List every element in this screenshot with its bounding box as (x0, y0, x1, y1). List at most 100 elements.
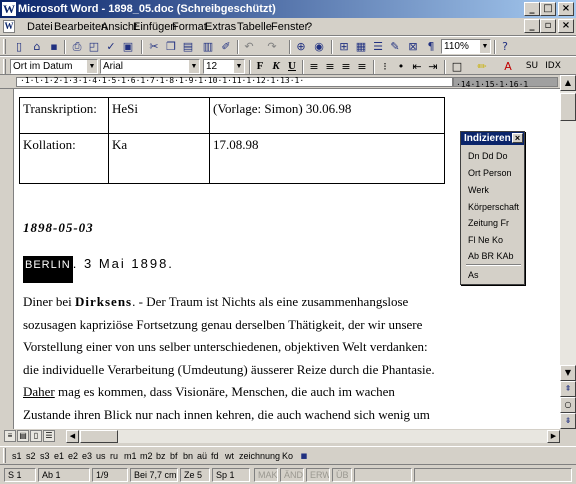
horizontal-scrollbar[interactable]: ◀ ▶ (66, 430, 560, 443)
redo-icon[interactable]: ↷ (264, 39, 280, 54)
place-name[interactable]: Berlin (23, 256, 73, 283)
menu-format[interactable]: Format (172, 21, 207, 33)
help-icon[interactable]: ? (497, 39, 513, 54)
document-map-icon[interactable]: ⊠ (405, 39, 421, 54)
font-combo[interactable]: Arial ▼ (100, 59, 200, 74)
scroll-left-icon[interactable]: ◀ (66, 430, 79, 443)
doc-restore-button[interactable]: ▫ (540, 19, 556, 33)
style-m1[interactable]: m1 (124, 451, 137, 461)
scroll-right-icon[interactable]: ▶ (547, 430, 560, 443)
menu-extras[interactable]: Extras (205, 21, 236, 33)
menu-bearbeiten[interactable]: Bearbeiten (54, 21, 107, 33)
web-icon[interactable]: ◉ (311, 39, 327, 54)
maximize-button[interactable]: □ (540, 2, 556, 16)
save-icon[interactable]: ▪ (296, 448, 312, 463)
palette-title-bar[interactable]: Indizieren × (461, 132, 524, 145)
prev-page-icon[interactable]: ⇞ (560, 381, 576, 397)
close-icon[interactable]: × (512, 133, 523, 143)
outline-view-icon[interactable]: ☰ (43, 430, 55, 442)
chevron-down-icon[interactable]: ▼ (233, 60, 244, 73)
brush-icon[interactable]: ✐ (218, 39, 234, 54)
style-au[interactable]: aü (197, 451, 207, 461)
border-icon[interactable]: □ (449, 59, 465, 74)
size-combo[interactable]: 12 ▼ (203, 59, 245, 74)
palette-item[interactable]: Fl Ne Ko (468, 235, 503, 245)
palette-item[interactable]: Dn Dd Do (468, 151, 508, 161)
palette-item[interactable]: As (468, 270, 479, 280)
menu-tabelle[interactable]: Tabelle (237, 21, 272, 33)
undo-icon[interactable]: ↶ (241, 39, 257, 54)
scroll-thumb[interactable] (560, 93, 576, 121)
status-aend[interactable]: ÄND (280, 468, 304, 482)
chevron-down-icon[interactable]: ▼ (479, 40, 490, 53)
table-cell[interactable]: 17.08.98 (209, 133, 445, 184)
bold-button[interactable]: F (253, 59, 267, 74)
print-view-icon[interactable]: ▯ (30, 430, 42, 442)
table-cell[interactable]: (Vorlage: Simon) 30.06.98 (209, 97, 445, 134)
menu-help[interactable]: ? (306, 21, 312, 33)
scroll-down-icon[interactable]: ▼ (560, 365, 576, 381)
justify-icon[interactable]: ≡ (354, 59, 370, 74)
horizontal-ruler[interactable]: ·1·l·1·2·1·3·1·4·1·5·1·6·1·7·1·8·1·9·1·1… (0, 75, 560, 89)
hyperlink-icon[interactable]: ⊕ (293, 39, 309, 54)
toolbar-grip[interactable] (3, 448, 6, 463)
palette-item[interactable]: Ort Person (468, 168, 512, 178)
browse-object-icon[interactable]: ○ (560, 397, 576, 413)
vertical-ruler[interactable] (0, 89, 14, 429)
copy-icon[interactable]: ❐ (163, 39, 179, 54)
italic-button[interactable]: K (269, 59, 283, 74)
align-right-icon[interactable]: ≡ (338, 59, 354, 74)
align-center-icon[interactable]: ≡ (322, 59, 338, 74)
style-bn[interactable]: bn (183, 451, 193, 461)
style-wt[interactable]: wt (225, 451, 234, 461)
drawing-icon[interactable]: ✎ (387, 39, 403, 54)
index-palette[interactable]: Indizieren × Dn Dd Do Ort Person Werk Kör… (460, 131, 525, 285)
status-ueb[interactable]: ÜB (332, 468, 352, 482)
palette-item[interactable]: Ab BR KAb (468, 251, 514, 261)
print-icon[interactable]: ⎙ (69, 39, 85, 54)
idx-button[interactable]: IDX (543, 59, 563, 74)
menu-fenster[interactable]: Fenster (271, 21, 308, 33)
table-cell[interactable]: Kollation: (19, 133, 109, 184)
style-s3[interactable]: s3 (40, 451, 50, 461)
document-icon[interactable]: W (3, 20, 15, 33)
scroll-up-icon[interactable]: ▲ (560, 75, 576, 91)
style-e2[interactable]: e2 (68, 451, 78, 461)
highlight-icon[interactable]: ✏ (474, 59, 490, 74)
style-e1[interactable]: e1 (54, 451, 64, 461)
insert-table-icon[interactable]: ▦ (353, 39, 369, 54)
show-formatting-icon[interactable]: ¶ (423, 39, 439, 54)
menu-ansicht[interactable]: Ansicht (101, 21, 137, 33)
decrease-indent-icon[interactable]: ⇤ (409, 59, 425, 74)
columns-icon[interactable]: ☰ (370, 39, 386, 54)
underline-button[interactable]: U (285, 59, 299, 74)
normal-view-icon[interactable]: ≡ (4, 430, 16, 442)
status-erw[interactable]: ERW (306, 468, 330, 482)
research-icon[interactable]: ▣ (120, 39, 136, 54)
minimize-button[interactable]: _ (524, 2, 540, 16)
spellcheck-icon[interactable]: ✓ (103, 39, 119, 54)
palette-item[interactable]: Werk (468, 185, 489, 195)
zoom-combo[interactable]: 110% ▼ (441, 39, 491, 54)
format-painter-icon[interactable]: ▥ (200, 39, 216, 54)
toolbar-grip[interactable] (3, 39, 6, 54)
new-icon[interactable]: ▯ (11, 39, 27, 54)
web-view-icon[interactable]: ▤ (17, 430, 29, 442)
increase-indent-icon[interactable]: ⇥ (425, 59, 441, 74)
paste-icon[interactable]: ▤ (180, 39, 196, 54)
style-bf[interactable]: bf (170, 451, 178, 461)
print-preview-icon[interactable]: ◰ (86, 39, 102, 54)
close-button[interactable]: × (558, 2, 574, 16)
style-ru[interactable]: ru (110, 451, 118, 461)
palette-item[interactable]: Zeitung Fr (468, 218, 509, 228)
table-cell[interactable]: Ka (108, 133, 210, 184)
status-mak[interactable]: MAK (254, 468, 278, 482)
toolbar-grip[interactable] (3, 59, 6, 74)
align-left-icon[interactable]: ≡ (306, 59, 322, 74)
chevron-down-icon[interactable]: ▼ (188, 60, 199, 73)
style-combo[interactable]: Ort im Datum ▼ (10, 59, 98, 74)
table-icon[interactable]: ⊞ (336, 39, 352, 54)
table-cell[interactable]: HeSi (108, 97, 210, 134)
style-s1[interactable]: s1 (12, 451, 22, 461)
horizontal-scroll-thumb[interactable] (80, 430, 118, 443)
